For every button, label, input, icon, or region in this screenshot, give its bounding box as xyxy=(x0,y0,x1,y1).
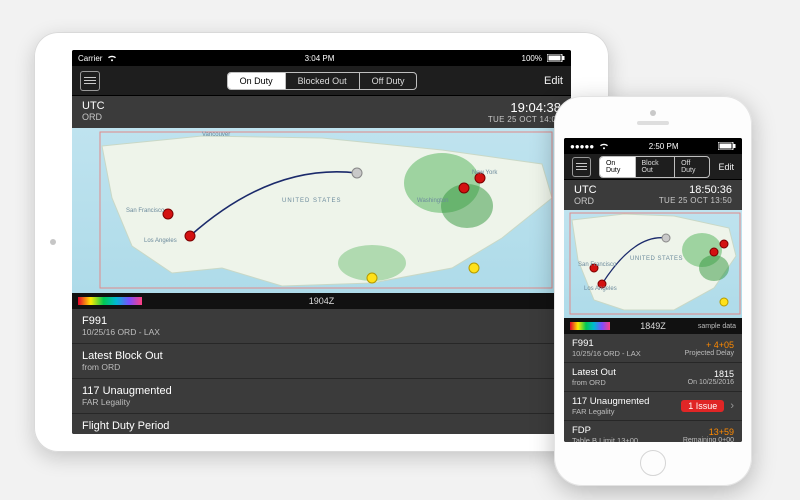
list-row[interactable]: FDP Table B Limit 13+00 13+59 Remaining … xyxy=(564,421,742,442)
utc-date: TUE 25 OCT 14:04 xyxy=(488,115,561,124)
row-sub: FAR Legality xyxy=(572,407,649,416)
segment-off-duty[interactable]: Off Duty xyxy=(359,73,417,89)
menu-button[interactable] xyxy=(572,157,591,177)
row-title: F991 xyxy=(82,315,160,327)
row-sub: Table B Limit 13+00 xyxy=(572,436,638,442)
row-value: 13+59 xyxy=(683,427,734,437)
nav-bar: On Duty Block Out Off Duty Edit xyxy=(564,154,742,180)
row-sub: FAR Legality xyxy=(82,397,172,407)
utc-row: UTC ORD 19:04:38 TUE 25 OCT 14:04 xyxy=(72,96,571,128)
map-label-sf: San Francisco xyxy=(126,208,164,214)
utc-airport: ORD xyxy=(574,196,597,206)
list-row[interactable]: Latest Block Out from ORD xyxy=(72,344,571,379)
segment-on-duty[interactable]: On Duty xyxy=(600,157,635,177)
row-sub: from ORD xyxy=(572,378,616,387)
battery-icon xyxy=(718,142,736,150)
iphone-camera xyxy=(650,110,656,116)
segment-blocked-out[interactable]: Blocked Out xyxy=(285,73,359,89)
list-row[interactable]: Latest Out from ORD 1815 On 10/25/2016 xyxy=(564,363,742,392)
row-sub: 10/25/16 ORD - LAX xyxy=(82,327,160,337)
zulu-strip: 1849Z sample data xyxy=(564,318,742,334)
sample-data-label: sample data xyxy=(698,323,736,330)
row-value: + 4+05 xyxy=(685,340,734,350)
wifi-icon xyxy=(599,142,609,150)
list-row[interactable]: 117 Unaugmented FAR Legality 1 Issue › xyxy=(564,392,742,421)
row-subvalue: Remaining 0+00 xyxy=(683,437,734,443)
map-label-la: Los Angeles xyxy=(584,286,617,292)
row-subvalue: On 10/25/2016 xyxy=(688,379,734,386)
edit-button[interactable]: Edit xyxy=(544,75,563,87)
list-row[interactable]: F991 10/25/16 ORD - LAX + 4+05 Projected… xyxy=(564,334,742,363)
duty-segmented-control[interactable]: On Duty Block Out Off Duty xyxy=(599,156,711,178)
utc-airport: ORD xyxy=(82,112,105,122)
battery-icon xyxy=(547,54,565,62)
status-bar: ●●●●● 2:50 PM xyxy=(564,138,742,154)
row-title: F991 xyxy=(572,338,641,349)
duty-segmented-control[interactable]: On Duty Blocked Out Off Duty xyxy=(227,72,418,90)
edit-button[interactable]: Edit xyxy=(718,162,734,172)
iphone-speaker xyxy=(637,121,669,125)
segment-off-duty[interactable]: Off Duty xyxy=(674,157,709,177)
utc-label: UTC xyxy=(574,184,597,196)
radar-legend-icon xyxy=(570,322,610,330)
row-title: 117 Unaugmented xyxy=(572,396,649,407)
map-label-washington: Washington xyxy=(417,198,448,204)
list-row[interactable]: 117 Unaugmented FAR Legality xyxy=(72,379,571,414)
segment-block-out[interactable]: Block Out xyxy=(635,157,675,177)
list-row[interactable]: Flight Duty Period Table B Limit 13+00 xyxy=(72,414,571,434)
ipad-device: Carrier 3:04 PM 100% On Duty Blocked Out… xyxy=(34,32,609,452)
utc-label: UTC xyxy=(82,100,105,112)
map-label-sf: San Francisco xyxy=(578,262,616,268)
map-label-us: UNITED STATES xyxy=(630,256,683,262)
segment-on-duty[interactable]: On Duty xyxy=(228,73,285,89)
map-label-la: Los Angeles xyxy=(144,238,177,244)
clock: 3:04 PM xyxy=(305,54,335,63)
battery-text: 100% xyxy=(522,54,542,63)
zulu-time: 1849Z xyxy=(640,321,666,331)
zulu-time: 1904Z xyxy=(309,296,335,306)
utc-date: TUE 25 OCT 13:50 xyxy=(659,196,732,205)
row-title: Latest Block Out xyxy=(82,350,163,362)
utc-row: UTC ORD 18:50:36 TUE 25 OCT 13:50 xyxy=(564,180,742,210)
detail-list: F991 10/25/16 ORD - LAX Latest Block Out… xyxy=(72,309,571,434)
iphone-screen: ●●●●● 2:50 PM On Duty Block Out Off Duty… xyxy=(564,138,742,442)
clock: 2:50 PM xyxy=(649,142,679,151)
utc-time: 18:50:36 xyxy=(659,184,732,196)
iphone-device: ●●●●● 2:50 PM On Duty Block Out Off Duty… xyxy=(554,96,752,486)
row-title: Flight Duty Period xyxy=(82,420,169,432)
route-map[interactable]: San Francisco Los Angeles UNITED STATES xyxy=(564,210,742,318)
carrier-label: Carrier xyxy=(78,54,102,63)
route-map[interactable]: Vancouver San Francisco Los Angeles UNIT… xyxy=(72,128,571,293)
map-label-us: UNITED STATES xyxy=(282,198,341,204)
map-label-newyork: New York xyxy=(472,170,497,176)
nav-bar: On Duty Blocked Out Off Duty Edit xyxy=(72,66,571,96)
map-label-vancouver: Vancouver xyxy=(202,132,230,138)
iphone-home-button[interactable] xyxy=(640,450,666,476)
utc-time: 19:04:38 xyxy=(488,100,561,115)
row-sub: 10/25/16 ORD - LAX xyxy=(572,349,641,358)
ipad-camera xyxy=(50,239,56,245)
wifi-icon xyxy=(107,54,117,62)
signal-dots-icon: ●●●●● xyxy=(570,142,594,151)
chevron-right-icon: › xyxy=(730,400,734,412)
row-title: FDP xyxy=(572,425,638,436)
status-bar: Carrier 3:04 PM 100% xyxy=(72,50,571,66)
row-value: 1815 xyxy=(688,369,734,379)
row-sub: Table B Limit 13+00 xyxy=(82,432,169,434)
row-subvalue: Projected Delay xyxy=(685,350,734,357)
radar-legend-icon xyxy=(78,297,142,305)
row-title: Latest Out xyxy=(572,367,616,378)
row-title: 117 Unaugmented xyxy=(82,385,172,397)
list-row[interactable]: F991 10/25/16 ORD - LAX xyxy=(72,309,571,344)
ipad-screen: Carrier 3:04 PM 100% On Duty Blocked Out… xyxy=(72,50,571,434)
issue-badge: 1 Issue xyxy=(681,400,724,412)
menu-button[interactable] xyxy=(80,71,100,91)
row-sub: from ORD xyxy=(82,362,163,372)
detail-list: F991 10/25/16 ORD - LAX + 4+05 Projected… xyxy=(564,334,742,442)
zulu-strip: 1904Z xyxy=(72,293,571,309)
